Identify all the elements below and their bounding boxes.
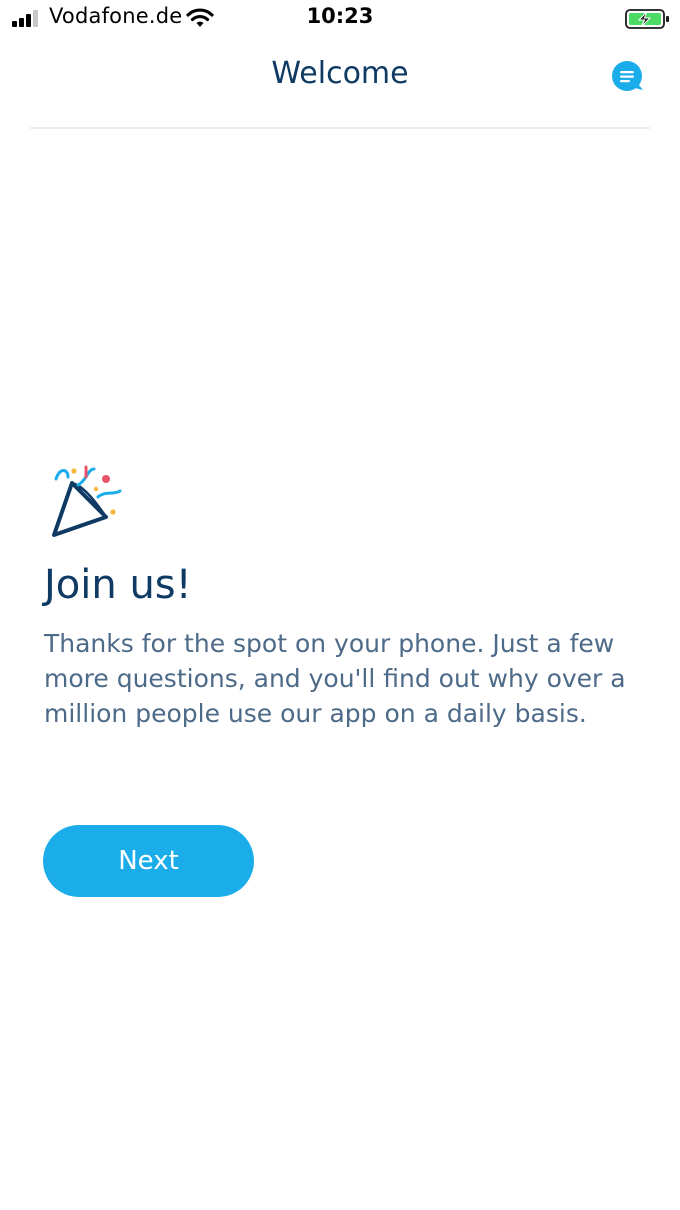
chat-bubble-icon[interactable] (610, 59, 646, 95)
join-heading: Join us! (44, 562, 192, 608)
welcome-screen: Vodafone.de 10:23 Welcome Join us! Thank… (0, 0, 680, 1210)
next-button[interactable]: Next (43, 825, 254, 897)
intro-text: Thanks for the spot on your phone. Just … (44, 629, 626, 728)
nav-bar: Welcome (0, 38, 680, 128)
battery-charging-icon (625, 9, 669, 29)
status-time: 10:23 (306, 4, 374, 28)
page-title: Welcome (271, 56, 409, 91)
header-divider (30, 127, 650, 129)
party-popper-icon (52, 465, 122, 537)
status-bar: Vodafone.de 10:23 (0, 0, 680, 38)
